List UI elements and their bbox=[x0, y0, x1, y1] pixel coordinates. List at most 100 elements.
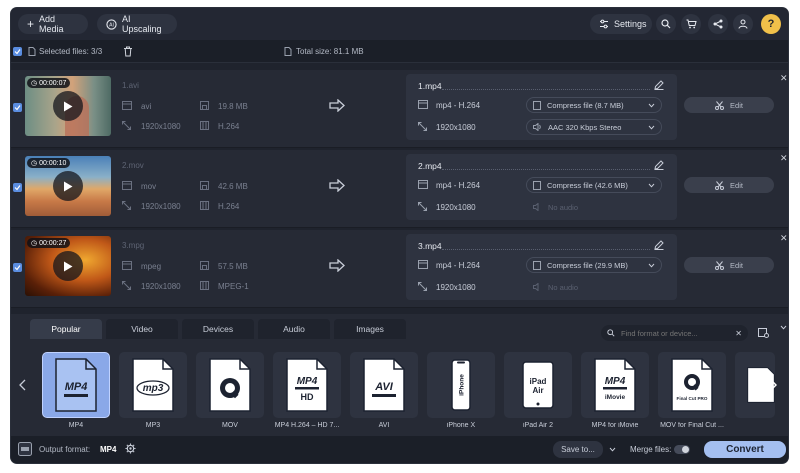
play-button[interactable] bbox=[53, 171, 83, 201]
filename-divider bbox=[442, 249, 650, 250]
convert-arrow-icon bbox=[329, 259, 345, 272]
play-button[interactable] bbox=[53, 91, 83, 121]
tab-devices[interactable]: Devices bbox=[182, 319, 254, 339]
output-format-label: Output format: bbox=[39, 445, 91, 454]
file-checkbox[interactable] bbox=[13, 183, 22, 192]
settings-button[interactable]: Settings bbox=[590, 14, 652, 34]
save-to-label: Save to... bbox=[561, 445, 595, 454]
output-resolution: 1920x1080 bbox=[436, 283, 476, 292]
svg-text:iMovie: iMovie bbox=[605, 394, 626, 401]
help-button[interactable]: ? bbox=[761, 14, 781, 34]
compress-dropdown[interactable]: Compress file (29.9 MB) bbox=[526, 257, 662, 273]
file-checkbox[interactable] bbox=[13, 263, 22, 272]
resolution-icon bbox=[122, 121, 131, 130]
compress-dropdown[interactable]: Compress file (42.6 MB) bbox=[526, 177, 662, 193]
scroll-left-button[interactable] bbox=[19, 379, 26, 391]
output-filename: 2.mp4 bbox=[418, 161, 442, 171]
format-icon bbox=[122, 181, 132, 190]
compress-dropdown[interactable]: Compress file (8.7 MB) bbox=[526, 97, 662, 113]
video-thumbnail[interactable]: ◷ 00:00:10 bbox=[25, 156, 111, 216]
compress-icon bbox=[533, 260, 541, 270]
format-icon bbox=[418, 180, 428, 189]
select-all-checkbox[interactable] bbox=[13, 47, 22, 56]
format-tile-mp4[interactable]: MP4 bbox=[42, 352, 110, 418]
format-tile-mp3[interactable]: mp3 bbox=[119, 352, 187, 418]
format-label: iPhone X bbox=[446, 422, 476, 429]
format-tile-mov[interactable] bbox=[196, 352, 264, 418]
edit-button[interactable]: Edit bbox=[684, 177, 774, 193]
ipad-icon: iPadAir bbox=[522, 361, 554, 409]
resolution-icon bbox=[418, 202, 427, 211]
clock-icon: ◷ bbox=[31, 80, 38, 87]
share-button[interactable] bbox=[708, 14, 728, 34]
add-media-button[interactable]: + Add Media bbox=[18, 14, 88, 34]
video-thumbnail[interactable]: ◷ 00:00:07 bbox=[25, 76, 111, 136]
svg-text:AI: AI bbox=[109, 22, 114, 28]
svg-text:Air: Air bbox=[532, 386, 543, 395]
format-tile-partial[interactable] bbox=[735, 352, 775, 418]
format-settings-button[interactable] bbox=[758, 328, 769, 338]
format-tile-mov-final-cut[interactable]: Final Cut PRO bbox=[658, 352, 726, 418]
format-label: MOV bbox=[222, 422, 238, 429]
format-tile-mp4-hd[interactable]: MP4 HD bbox=[273, 352, 341, 418]
edit-name-button[interactable] bbox=[654, 160, 664, 170]
output-format-icon bbox=[18, 442, 32, 456]
search-icon bbox=[661, 19, 671, 29]
duration-badge: ◷ 00:00:10 bbox=[27, 158, 71, 168]
search-icon bbox=[607, 329, 615, 337]
collapse-chevron-icon[interactable] bbox=[780, 325, 787, 330]
edit-button[interactable]: Edit bbox=[684, 97, 774, 113]
edit-button[interactable]: Edit bbox=[684, 257, 774, 273]
ai-sparkle-icon: AI bbox=[106, 18, 117, 30]
source-codec: MPEG-1 bbox=[218, 282, 249, 291]
speaker-icon bbox=[533, 123, 542, 131]
delete-button[interactable] bbox=[123, 46, 133, 57]
format-tile-mp4-imovie[interactable]: MP4 iMovie bbox=[581, 352, 649, 418]
scissors-icon bbox=[715, 100, 725, 110]
svg-text:MP4: MP4 bbox=[605, 376, 626, 387]
chevron-down-icon bbox=[648, 103, 655, 108]
ai-upscaling-button[interactable]: AI AI Upscaling bbox=[97, 14, 177, 34]
play-button[interactable] bbox=[53, 251, 83, 281]
source-resolution: 1920x1080 bbox=[141, 122, 181, 131]
save-to-button[interactable]: Save to... bbox=[553, 441, 603, 458]
format-tile-avi[interactable]: AVI bbox=[350, 352, 418, 418]
merge-files-label: Merge files: bbox=[630, 445, 672, 454]
remove-file-button[interactable]: ✕ bbox=[780, 233, 788, 244]
convert-button[interactable]: Convert bbox=[704, 441, 786, 458]
format-search-input[interactable] bbox=[619, 327, 732, 339]
app-window: + Add Media AI AI Upscaling Settings ? S… bbox=[11, 8, 788, 463]
clear-search-button[interactable]: ✕ bbox=[735, 329, 742, 338]
audio-dropdown[interactable]: AAC 320 Kbps Stereo bbox=[526, 119, 662, 135]
format-label: MP4 H.264 – HD 7... bbox=[274, 422, 340, 429]
remove-file-button[interactable]: ✕ bbox=[780, 73, 788, 84]
compress-value: Compress file (8.7 MB) bbox=[547, 100, 624, 110]
file-row: ◷ 00:00:10 2.mov mov 42.6 MB 1920x1080 H.… bbox=[11, 150, 788, 228]
output-panel: 3.mp4 mp4 - H.264 Compress file (29.9 MB… bbox=[406, 234, 677, 300]
file-checkbox[interactable] bbox=[13, 103, 22, 112]
tab-audio[interactable]: Audio bbox=[258, 319, 330, 339]
tab-popular[interactable]: Popular bbox=[30, 319, 102, 339]
account-button[interactable] bbox=[733, 14, 753, 34]
total-size-icon bbox=[284, 47, 292, 56]
remove-file-button[interactable]: ✕ bbox=[780, 153, 788, 164]
tab-video[interactable]: Video bbox=[106, 319, 178, 339]
tab-images[interactable]: Images bbox=[334, 319, 406, 339]
cart-button[interactable] bbox=[681, 14, 701, 34]
user-icon bbox=[738, 19, 748, 29]
merge-files-toggle[interactable] bbox=[674, 445, 690, 454]
scroll-right-button[interactable] bbox=[770, 379, 777, 391]
duration: 00:00:10 bbox=[39, 159, 67, 167]
output-settings-button[interactable] bbox=[125, 443, 136, 454]
file-row: ◷ 00:00:07 1.avi avi 19.8 MB 1920x1080 H.… bbox=[11, 70, 788, 148]
video-thumbnail[interactable]: ◷ 00:00:27 bbox=[25, 236, 111, 296]
svg-text:iPhone: iPhone bbox=[459, 374, 466, 396]
search-button[interactable] bbox=[656, 14, 676, 34]
save-to-dropdown-chevron-icon[interactable] bbox=[609, 447, 616, 452]
edit-label: Edit bbox=[730, 180, 743, 190]
edit-name-button[interactable] bbox=[654, 80, 664, 90]
format-tile-iphone-x[interactable]: iPhone bbox=[427, 352, 495, 418]
mp4-format-icon: MP4 bbox=[55, 358, 97, 412]
edit-name-button[interactable] bbox=[654, 240, 664, 250]
format-tile-ipad-air-2[interactable]: iPad Air bbox=[504, 352, 572, 418]
